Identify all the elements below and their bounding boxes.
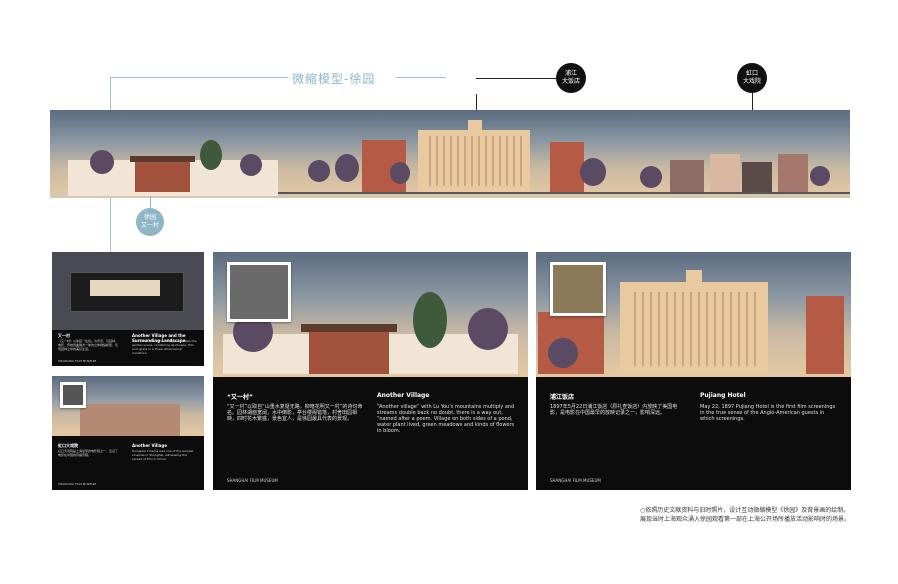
- building: [742, 162, 772, 192]
- historic-photo: [550, 262, 606, 316]
- panel-text-cn: 1897年5月22日浦江饭店（原礼查饭店）内放映了美国电影，是电影在中国最早的放…: [550, 404, 678, 416]
- street-line: [278, 192, 850, 194]
- callout-pujiang: 浦江 大饭店: [556, 63, 586, 93]
- panel-text-cn: 虹口大戏院是上海最早的电影院之一，见证了电影在中国的传播历程。: [58, 449, 119, 457]
- title-leader-line: [110, 77, 288, 78]
- tree: [200, 140, 222, 170]
- panel-text-en: Hongkew Cinema was one of the earliest c…: [132, 449, 194, 461]
- callout-hongkou: 虹口 大戏院: [737, 63, 767, 93]
- panel-text-en: May 22, 1897 Pujiang Hotel is the first …: [700, 404, 836, 422]
- historic-photo: [60, 382, 86, 408]
- panel-small-top: 又一村 《又一村》以徐园「仙境」为背景，与园林、电影、传统戏曲融为一体的立体微缩…: [52, 252, 204, 366]
- panel-pujiang: 浦江饭店 1897年5月22日浦江饭店（原礼查饭店）内放映了美国电影，是电影在中…: [536, 252, 851, 490]
- panel-footer: SHANGHAI FILM MUSEUM: [58, 359, 97, 363]
- panel-footer: SHANGHAI FILM MUSEUM: [58, 482, 97, 486]
- panel-heading-cn: 浦江饭店: [550, 394, 575, 401]
- panorama-strip: [50, 110, 850, 198]
- panel-text-cn: 《又一村》以徐园「仙境」为背景，与园林、电影、传统戏曲融为一体的立体微缩模型，表…: [58, 339, 119, 351]
- title-leader-line-right: [396, 77, 446, 78]
- pujiang-hotel: [418, 130, 530, 192]
- hotel-tower: [468, 120, 482, 132]
- hongkou-theatre: [710, 154, 740, 192]
- historic-photo: [227, 262, 291, 322]
- tree: [90, 150, 114, 174]
- page-title: 微缩模型-徐园: [292, 72, 376, 86]
- tree: [308, 160, 330, 182]
- callout-label: 虹口: [745, 70, 758, 77]
- panel-heading-en: Another Village: [377, 392, 430, 399]
- panel-image: [52, 252, 204, 330]
- callout-label: 浦江: [564, 70, 577, 77]
- panel-xuyuan: “又一村” “又一村”以取自“山重水复疑无路，柳暗花明又一村”的诗句命名。园林湖…: [213, 252, 528, 490]
- badge-label: 又一村: [140, 222, 159, 229]
- panel-heading-en: Pujiang Hotel: [700, 392, 746, 399]
- panel-text-cn: “又一村”以取自“山重水复疑无路，柳暗花明又一村”的诗句命名。园林湖面宽阔，水中…: [227, 404, 363, 422]
- panel-small-bottom: 虹口大戏院 虹口大戏院是上海最早的电影院之一，见证了电影在中国的传播历程。 An…: [52, 376, 204, 490]
- panel-text-en: The model of Another Village recreates t…: [132, 339, 197, 355]
- badge-label: 徐园: [143, 214, 156, 221]
- callout-label: 大饭店: [561, 78, 580, 85]
- callout-stem: [752, 93, 753, 111]
- panel-footer: SHANGHAI FILM MUSEUM: [550, 478, 601, 483]
- brick-building: [550, 142, 584, 192]
- callout-label: 大戏院: [742, 78, 761, 85]
- xuyuan-badge: 徐园 又一村: [136, 208, 164, 236]
- panel-text-en: “Another village” with Lu You's mountain…: [377, 404, 515, 434]
- tree: [810, 166, 830, 186]
- panel-heading-en: Another Village: [132, 443, 167, 448]
- tree: [240, 154, 262, 176]
- caption-text: ○依照历史文献资料与旧时照片，设计互动微缩模型《徐园》及背景画的绘制。展现当时上…: [640, 507, 851, 523]
- garden-roof: [130, 156, 195, 162]
- tree: [335, 154, 359, 182]
- garden-hall: [135, 160, 190, 192]
- tree: [390, 162, 410, 184]
- tree: [580, 158, 606, 186]
- badge-stem: [150, 196, 151, 208]
- tree: [640, 166, 662, 188]
- building: [778, 154, 808, 192]
- callout-line: [476, 78, 556, 79]
- panel-footer: SHANGHAI FILM MUSEUM: [227, 478, 278, 483]
- panel-heading-cn: “又一村”: [227, 394, 253, 401]
- hongkou-building: [670, 160, 704, 192]
